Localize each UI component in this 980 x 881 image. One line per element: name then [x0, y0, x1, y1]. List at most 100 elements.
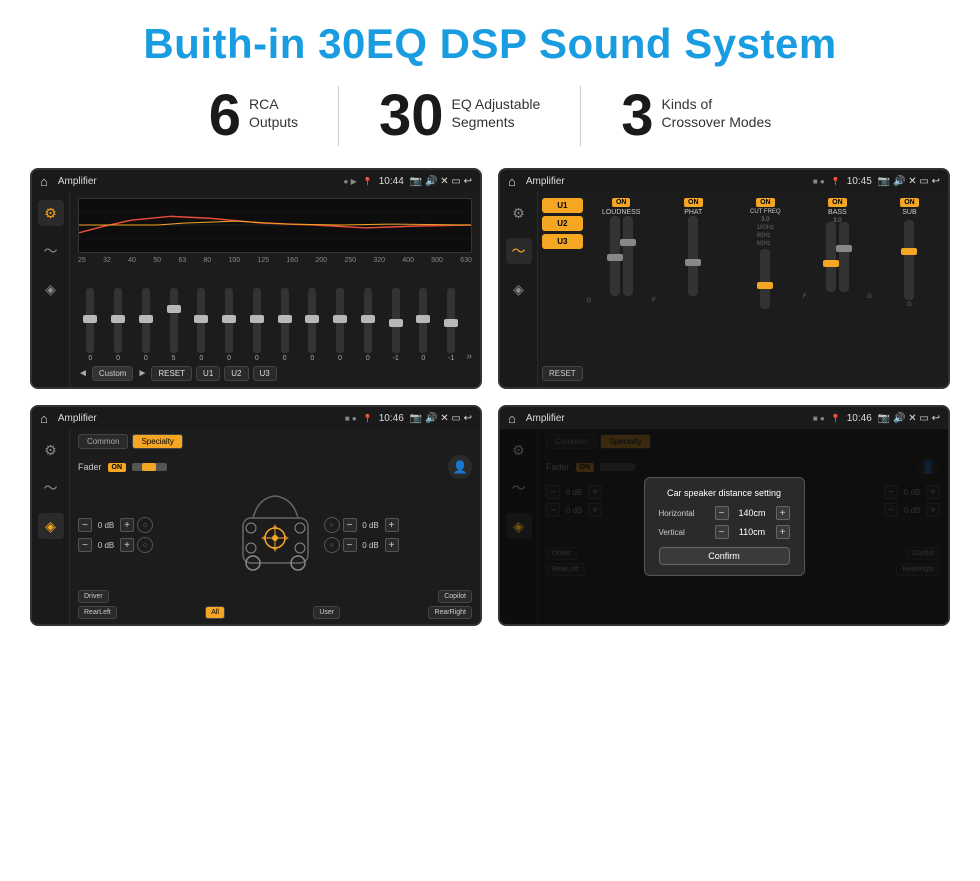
user-avatar-icon[interactable]: 👤: [448, 455, 472, 479]
driver-btn[interactable]: Driver: [78, 590, 109, 603]
confirm-button[interactable]: Confirm: [659, 547, 790, 565]
home-icon-4[interactable]: ⌂: [508, 411, 516, 426]
phat-on[interactable]: ON: [684, 198, 703, 207]
db-right-col: ○ − 0 dB + ○ − 0 dB +: [324, 517, 473, 553]
home-icon-3[interactable]: ⌂: [40, 411, 48, 426]
eq-nav-icon[interactable]: ⚙: [38, 200, 64, 226]
db-row-4: ○ − 0 dB +: [324, 537, 399, 553]
eq-freq-labels: 2532405063 80100125160200 25032040050063…: [78, 257, 472, 264]
copilot-btn[interactable]: Copilot: [438, 590, 472, 603]
user-btn[interactable]: User: [313, 606, 340, 619]
horizontal-minus-btn[interactable]: −: [715, 506, 729, 520]
bass-slider-l[interactable]: [826, 222, 836, 292]
db-left-col: − 0 dB + ○ − 0 dB + ○: [78, 517, 227, 553]
bass-label: BASS: [828, 209, 847, 216]
distance-dialog: Car speaker distance setting Horizontal …: [644, 477, 805, 576]
u3-btn[interactable]: U3: [253, 366, 277, 381]
u1-preset[interactable]: U1: [542, 198, 583, 213]
screen-fader: ⌂ Amplifier ■ ● 📍 10:46 📷 🔊 ✕ ▭ ↩ ⚙ 〜 ◈ …: [30, 405, 482, 626]
u1-btn[interactable]: U1: [196, 366, 220, 381]
cutfreq-slider[interactable]: [760, 249, 770, 309]
reset-btn-2[interactable]: RESET: [542, 366, 583, 381]
vertical-row: Vertical − 110cm +: [659, 525, 790, 539]
db-val-4: 0 dB: [360, 541, 382, 550]
eq-slider-3[interactable]: 0: [134, 288, 159, 362]
wave-nav-icon[interactable]: 〜: [38, 238, 64, 264]
bass-slider-r[interactable]: [839, 222, 849, 292]
cutfreq-on[interactable]: ON: [756, 198, 775, 207]
bottom-btn-row: Driver Copilot: [78, 590, 472, 603]
u2-preset[interactable]: U2: [542, 216, 583, 231]
db-plus-4[interactable]: +: [385, 538, 399, 552]
u3-preset[interactable]: U3: [542, 234, 583, 249]
bottom-btn-row-2: RearLeft All User RearRight: [78, 606, 472, 619]
db-minus-4[interactable]: −: [343, 538, 357, 552]
eq-slider-14[interactable]: -1: [439, 288, 464, 362]
status-icons-2: 📷 🔊 ✕ ▭ ↩: [878, 176, 940, 187]
fader-slider[interactable]: [132, 463, 167, 471]
loudness-on[interactable]: ON: [612, 198, 631, 207]
db-row-1: − 0 dB + ○: [78, 517, 227, 533]
db-plus-2[interactable]: +: [120, 538, 134, 552]
speaker-nav-icon[interactable]: ◈: [38, 276, 64, 302]
reset-btn-1[interactable]: RESET: [151, 366, 192, 381]
fader-label-row: Fader ON 👤: [78, 455, 472, 479]
all-btn[interactable]: All: [205, 606, 225, 619]
speaker-nav-icon-3[interactable]: ◈: [38, 513, 64, 539]
wave-nav-icon-3[interactable]: 〜: [38, 475, 64, 501]
screen1-title: Amplifier: [58, 176, 338, 187]
rearright-btn[interactable]: RearRight: [428, 606, 472, 619]
loudness-slider-r[interactable]: [623, 216, 633, 296]
tab-common[interactable]: Common: [78, 434, 128, 449]
eq-slider-4[interactable]: 5: [161, 288, 186, 362]
eq-slider-8[interactable]: 0: [272, 288, 297, 362]
home-icon-2[interactable]: ⌂: [508, 174, 516, 189]
bass-on[interactable]: ON: [828, 198, 847, 207]
prev-preset-btn[interactable]: ◄: [78, 368, 88, 379]
db-plus-3[interactable]: +: [385, 518, 399, 532]
home-icon[interactable]: ⌂: [40, 174, 48, 189]
db-minus-3[interactable]: −: [343, 518, 357, 532]
eq-nav-icon-2[interactable]: ⚙: [506, 200, 532, 226]
eq-slider-12[interactable]: -1: [383, 288, 408, 362]
db-minus-1[interactable]: −: [78, 518, 92, 532]
eq-slider-9[interactable]: 0: [300, 288, 325, 362]
preset-buttons: U1 U2 U3 RESET: [542, 198, 583, 381]
db-minus-2[interactable]: −: [78, 538, 92, 552]
side-nav-3: ⚙ 〜 ◈: [32, 429, 70, 624]
eq-slider-13[interactable]: 0: [411, 288, 436, 362]
eq-slider-6[interactable]: 0: [217, 288, 242, 362]
tab-specialty[interactable]: Specialty: [132, 434, 182, 449]
custom-preset-btn[interactable]: Custom: [92, 366, 134, 381]
wave-nav-icon-2[interactable]: 〜: [506, 238, 532, 264]
phat-section: ON PHAT: [659, 198, 728, 381]
dialog-overlay: Car speaker distance setting Horizontal …: [500, 429, 948, 624]
speaker-nav-icon-2[interactable]: ◈: [506, 276, 532, 302]
eq-slider-2[interactable]: 0: [106, 288, 131, 362]
phat-slider[interactable]: [688, 216, 698, 296]
eq-slider-1[interactable]: 0: [78, 288, 103, 362]
sub-slider[interactable]: [904, 220, 914, 300]
more-icon[interactable]: »: [467, 351, 473, 362]
screen3-content: ⚙ 〜 ◈ Common Specialty Fader ON: [32, 429, 480, 624]
db-plus-1[interactable]: +: [120, 518, 134, 532]
stat-eq: 30 EQ Adjustable Segments: [339, 87, 580, 145]
rearleft-btn[interactable]: RearLeft: [78, 606, 117, 619]
eq-slider-5[interactable]: 0: [189, 288, 214, 362]
eq-slider-7[interactable]: 0: [245, 288, 270, 362]
next-preset-btn[interactable]: ►: [137, 368, 147, 379]
stat-crossover-label: Kinds of Crossover Modes: [662, 87, 772, 131]
eq-slider-11[interactable]: 0: [356, 288, 381, 362]
fader-main: Common Specialty Fader ON 👤: [70, 429, 480, 624]
eq-nav-icon-3[interactable]: ⚙: [38, 437, 64, 463]
vertical-plus-btn[interactable]: +: [776, 525, 790, 539]
status-icons-4: 📷 🔊 ✕ ▭ ↩: [878, 413, 940, 424]
fader-on-badge[interactable]: ON: [108, 463, 127, 472]
eq-slider-10[interactable]: 0: [328, 288, 353, 362]
screen4-content: ⚙ 〜 ◈ Common Specialty Fader ON 👤: [500, 429, 948, 624]
sub-on[interactable]: ON: [900, 198, 919, 207]
horizontal-plus-btn[interactable]: +: [776, 506, 790, 520]
u2-btn[interactable]: U2: [224, 366, 248, 381]
loudness-slider-l[interactable]: [610, 216, 620, 296]
vertical-minus-btn[interactable]: −: [715, 525, 729, 539]
